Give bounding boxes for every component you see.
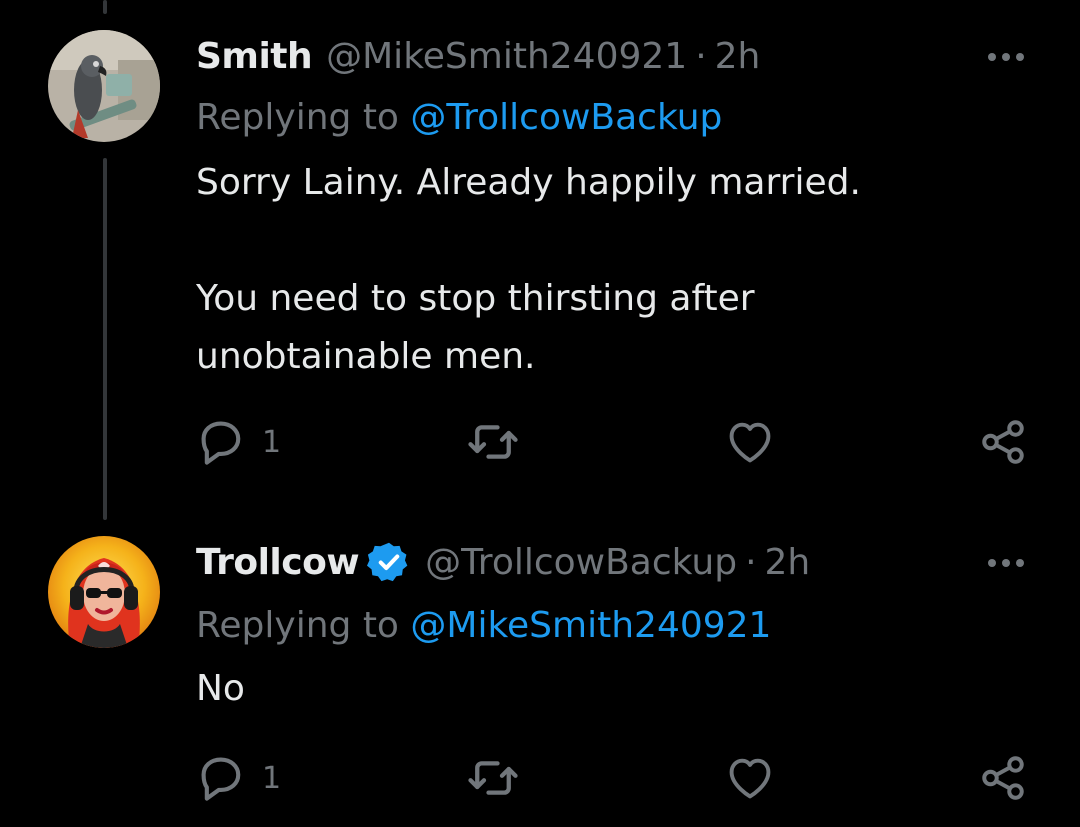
verified-badge-icon — [367, 542, 408, 582]
tweet-actions: 1 — [196, 412, 1036, 472]
retweet-icon — [468, 425, 518, 459]
tweet-text: Sorry Lainy. Already happily married. Yo… — [196, 162, 861, 377]
tweet[interactable]: Trollcow @TrollcowBackup · 2h Replying t… — [0, 520, 1080, 827]
share-button[interactable] — [978, 748, 1028, 808]
user-handle[interactable]: @TrollcowBackup — [425, 542, 737, 583]
parrot-avatar-image — [48, 30, 160, 142]
avatar[interactable] — [48, 536, 160, 648]
retweet-button[interactable] — [466, 412, 520, 472]
display-name[interactable]: Trollcow — [196, 542, 360, 583]
more-options-button[interactable] — [978, 548, 1034, 578]
more-options-icon — [988, 53, 1024, 61]
reply-button[interactable]: 1 — [196, 748, 281, 808]
tweet-header: Smith @MikeSmith240921 · 2h — [196, 30, 760, 82]
avatar[interactable] — [48, 30, 160, 142]
headphones-woman-avatar-image — [48, 536, 160, 648]
display-name[interactable]: Smith — [196, 36, 313, 77]
timestamp[interactable]: 2h — [765, 542, 811, 583]
header-separator: · — [745, 541, 757, 583]
reply-button[interactable]: 1 — [196, 412, 281, 472]
replying-to-label: Replying to — [196, 605, 411, 646]
more-options-button[interactable] — [978, 42, 1034, 72]
tweet-text: No — [196, 668, 245, 709]
share-icon — [982, 756, 1024, 800]
replying-to-mention[interactable]: @MikeSmith240921 — [410, 605, 771, 646]
like-button[interactable] — [724, 748, 776, 808]
tweet-actions: 1 — [196, 748, 1036, 808]
replying-to-label: Replying to — [196, 97, 411, 138]
reply-icon — [201, 421, 241, 465]
tweet[interactable]: Smith @MikeSmith240921 · 2h Replying to … — [0, 0, 1080, 520]
heart-icon — [729, 758, 771, 799]
header-separator: · — [695, 35, 707, 77]
replying-to-mention[interactable]: @TrollcowBackup — [410, 97, 722, 138]
share-icon — [982, 420, 1024, 464]
replying-to-line: Replying to @MikeSmith240921 — [196, 602, 771, 650]
timestamp[interactable]: 2h — [715, 36, 761, 77]
like-button[interactable] — [724, 412, 776, 472]
reply-icon — [201, 757, 241, 801]
share-button[interactable] — [978, 412, 1028, 472]
user-handle[interactable]: @MikeSmith240921 — [326, 36, 687, 77]
reply-count: 1 — [262, 760, 282, 796]
tweet-header: Trollcow @TrollcowBackup · 2h — [196, 536, 810, 588]
reply-count: 1 — [262, 424, 282, 460]
retweet-icon — [468, 761, 518, 795]
heart-icon — [729, 422, 771, 463]
more-options-icon — [988, 559, 1024, 567]
replying-to-line: Replying to @TrollcowBackup — [196, 94, 722, 142]
retweet-button[interactable] — [466, 748, 520, 808]
